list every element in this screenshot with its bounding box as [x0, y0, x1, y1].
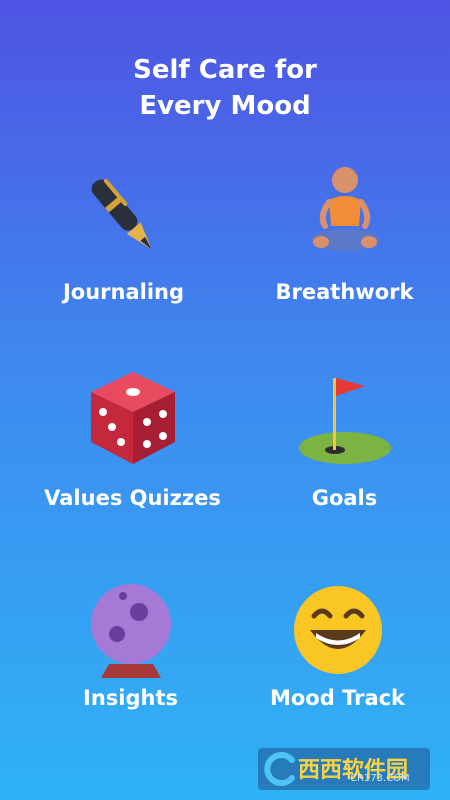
feature-values-quizzes[interactable]: Values Quizzes — [20, 368, 245, 568]
feature-label-breathwork: Breathwork — [275, 280, 414, 304]
feature-journaling[interactable]: Journaling — [11, 168, 236, 368]
feature-breathwork[interactable]: Breathwork — [232, 160, 450, 360]
watermark-sub-text: CR173.COM — [350, 773, 410, 784]
golf-flag-icon — [298, 378, 391, 464]
feature-label-insights: Insights — [83, 686, 178, 710]
feature-insights[interactable]: Insights — [18, 578, 243, 778]
pen-icon — [91, 178, 152, 250]
headline-line-1: Self Care for — [133, 55, 317, 85]
feature-goals[interactable]: Goals — [232, 368, 450, 568]
feature-label-journaling: Journaling — [62, 280, 185, 304]
dice-icon — [90, 372, 175, 464]
feature-label-mood-track: Mood Track — [269, 686, 406, 710]
feature-label-goals: Goals — [311, 486, 378, 510]
watermark-logo-icon — [264, 752, 295, 786]
crystal-ball-icon — [90, 584, 171, 678]
watermark: 西西软件园 CR173.COM — [258, 748, 430, 790]
meditating-person-icon — [310, 167, 379, 251]
headline-line-2: Every Mood — [139, 91, 311, 121]
feature-label-values-quizzes: Values Quizzes — [44, 486, 221, 510]
headline: Self Care for Every Mood — [0, 52, 450, 124]
grinning-face-icon — [293, 586, 382, 674]
